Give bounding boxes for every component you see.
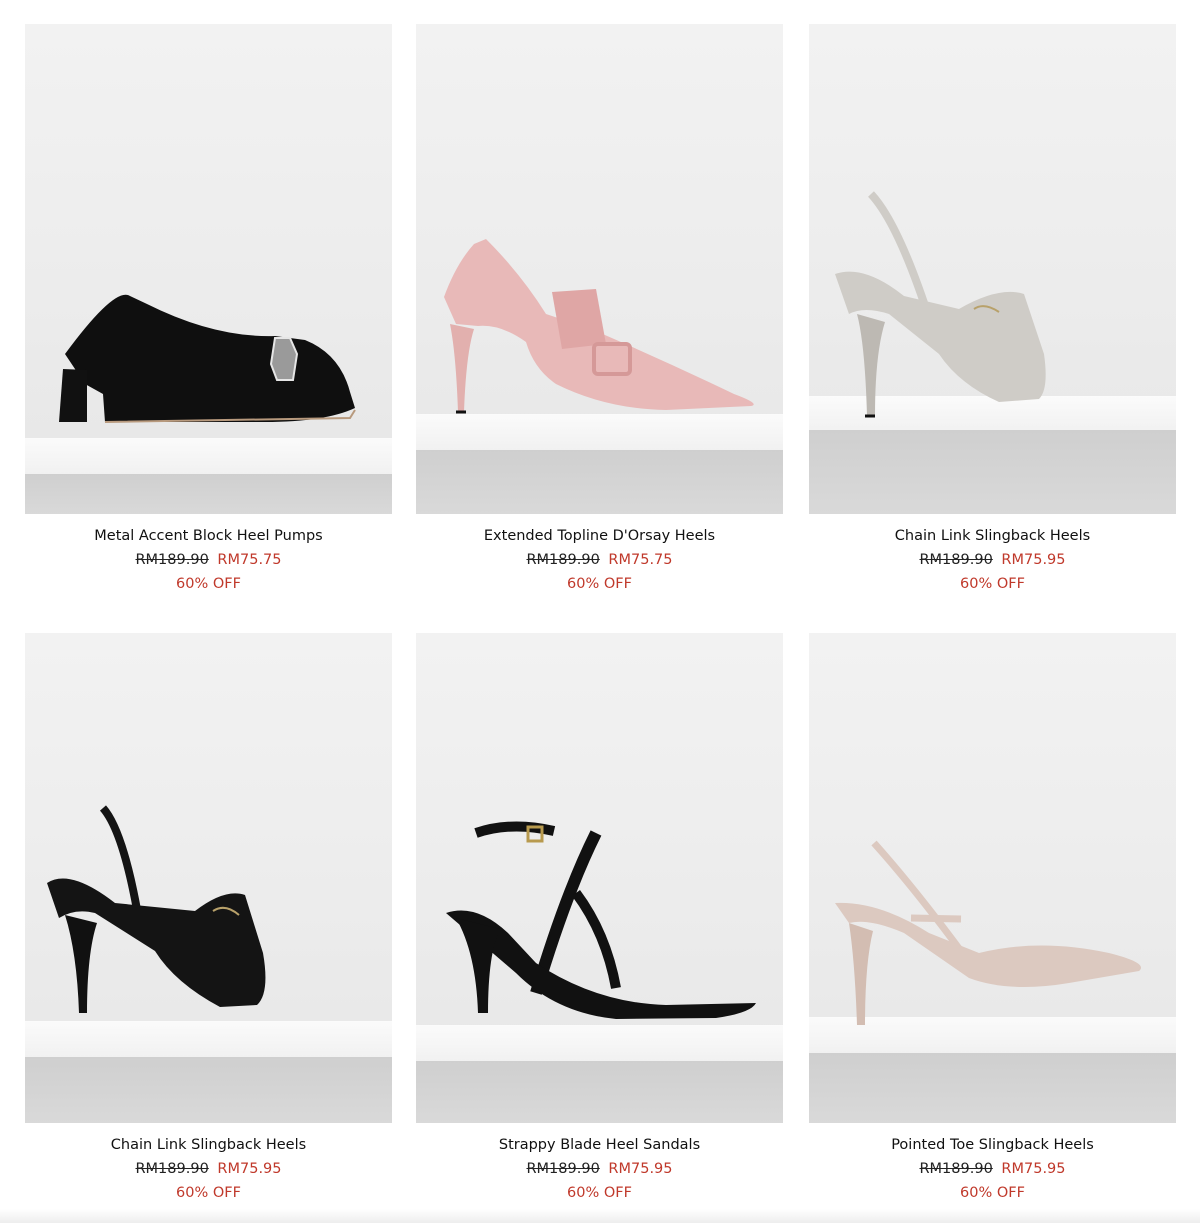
product-card[interactable]: Extended Topline D'Orsay Heels RM189.90 … <box>416 24 783 596</box>
sale-price: RM75.95 <box>1001 552 1066 568</box>
product-name[interactable]: Metal Accent Block Heel Pumps <box>25 524 392 548</box>
product-card[interactable]: Strappy Blade Heel Sandals RM189.90 RM75… <box>416 633 783 1205</box>
original-price: RM189.90 <box>135 552 209 568</box>
original-price: RM189.90 <box>919 552 993 568</box>
sale-price: RM75.95 <box>1001 1161 1066 1177</box>
bottom-fade <box>0 1209 1200 1223</box>
original-price: RM189.90 <box>919 1161 993 1177</box>
discount-label: 60% OFF <box>567 1185 632 1201</box>
product-name[interactable]: Chain Link Slingback Heels <box>809 524 1176 548</box>
discount-label: 60% OFF <box>567 576 632 592</box>
product-card[interactable]: Metal Accent Block Heel Pumps RM189.90 R… <box>25 24 392 596</box>
price-row: RM189.90 RM75.95 <box>416 1157 783 1181</box>
pink-dorsay-heel-image <box>444 239 754 414</box>
black-strappy-sandal-image <box>446 821 756 1019</box>
price-row: RM189.90 RM75.95 <box>25 1157 392 1181</box>
black-slingback-heel-image <box>47 805 266 1013</box>
product-card[interactable]: Chain Link Slingback Heels RM189.90 RM75… <box>809 24 1176 596</box>
sale-price: RM75.95 <box>217 1161 282 1177</box>
sale-price: RM75.75 <box>217 552 282 568</box>
discount-label: 60% OFF <box>176 576 241 592</box>
product-image[interactable] <box>25 24 392 514</box>
discount-label: 60% OFF <box>176 1185 241 1201</box>
black-pump-image <box>59 294 356 423</box>
product-image[interactable] <box>25 633 392 1123</box>
nude-slingback-heel-image <box>835 840 1141 1025</box>
price-row: RM189.90 RM75.95 <box>809 548 1176 572</box>
product-image[interactable] <box>809 24 1176 514</box>
discount-label: 60% OFF <box>960 576 1025 592</box>
discount-label: 60% OFF <box>960 1185 1025 1201</box>
grey-slingback-heel-image <box>835 191 1046 418</box>
price-row: RM189.90 RM75.75 <box>416 548 783 572</box>
product-name[interactable]: Extended Topline D'Orsay Heels <box>416 524 783 548</box>
original-price: RM189.90 <box>526 1161 600 1177</box>
product-name[interactable]: Pointed Toe Slingback Heels <box>809 1133 1176 1157</box>
price-row: RM189.90 RM75.95 <box>809 1157 1176 1181</box>
product-image[interactable] <box>416 24 783 514</box>
product-image[interactable] <box>416 633 783 1123</box>
sale-price: RM75.75 <box>608 552 673 568</box>
sale-price: RM75.95 <box>608 1161 673 1177</box>
product-image[interactable] <box>809 633 1176 1123</box>
product-name[interactable]: Strappy Blade Heel Sandals <box>416 1133 783 1157</box>
product-card[interactable]: Chain Link Slingback Heels RM189.90 RM75… <box>25 633 392 1205</box>
product-name[interactable]: Chain Link Slingback Heels <box>25 1133 392 1157</box>
original-price: RM189.90 <box>135 1161 209 1177</box>
original-price: RM189.90 <box>526 552 600 568</box>
product-card[interactable]: Pointed Toe Slingback Heels RM189.90 RM7… <box>809 633 1176 1205</box>
price-row: RM189.90 RM75.75 <box>25 548 392 572</box>
